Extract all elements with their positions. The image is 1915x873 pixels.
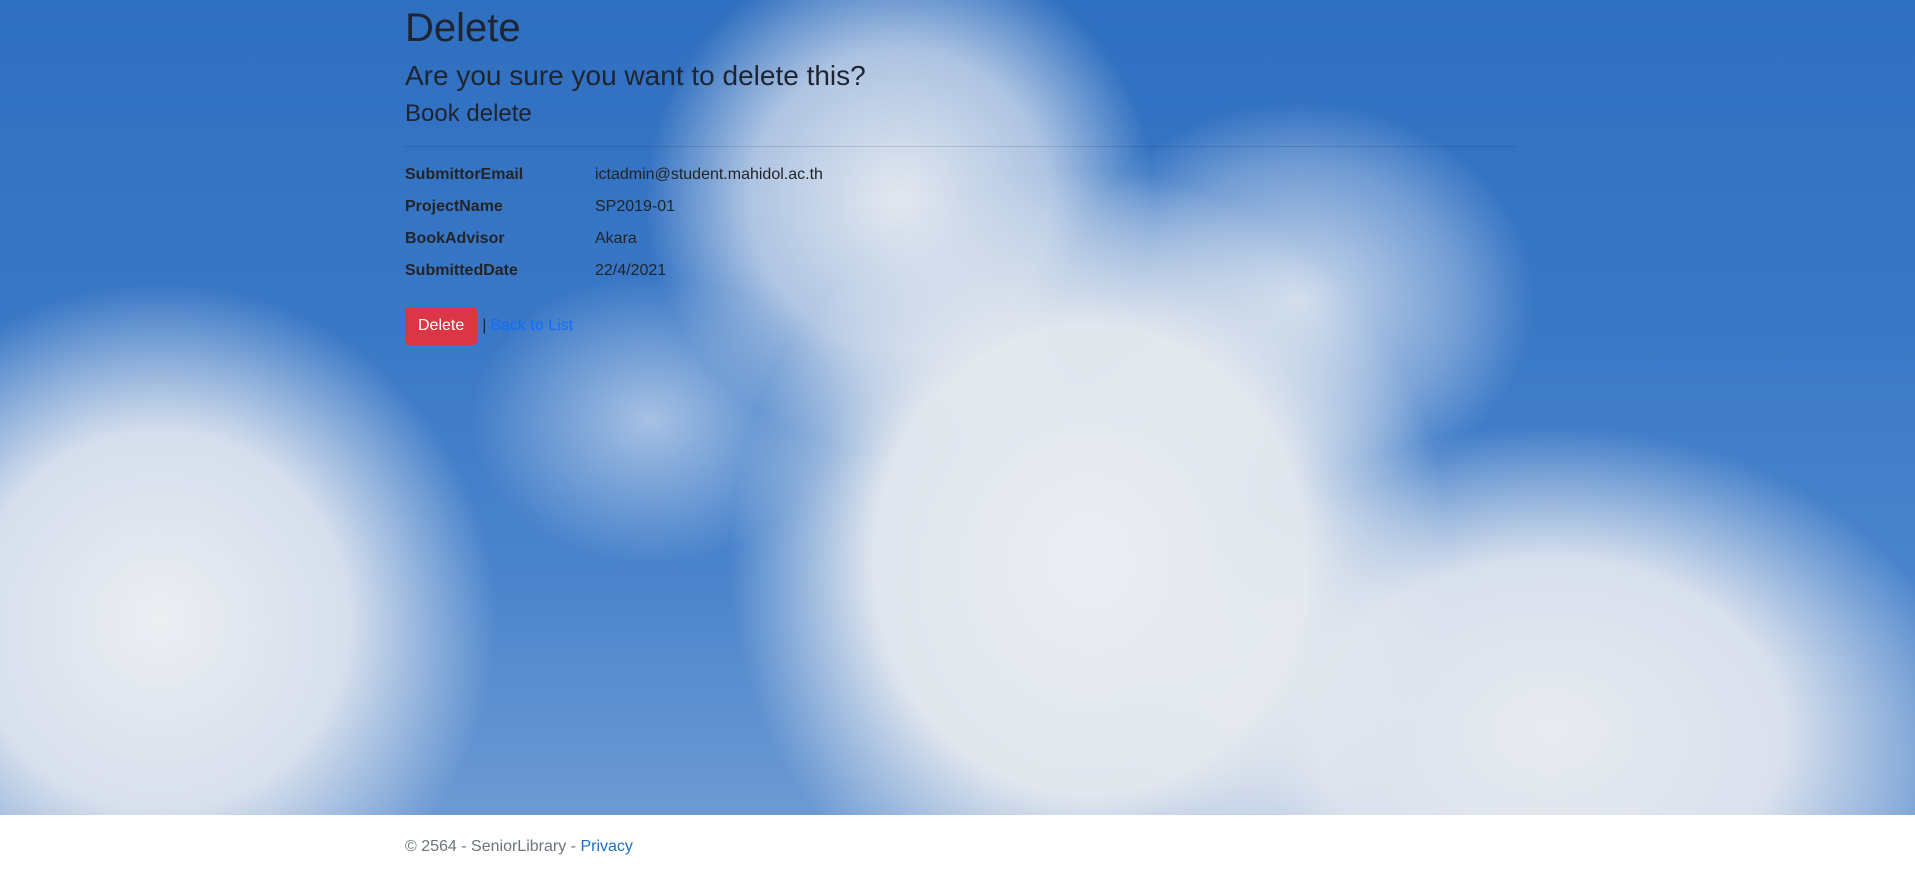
confirm-question: Are you sure you want to delete this? bbox=[405, 60, 866, 91]
page-title: Delete bbox=[405, 6, 521, 50]
detail-value-book-advisor: Akara bbox=[595, 230, 637, 247]
delete-button[interactable]: Delete bbox=[405, 307, 478, 345]
detail-label-submitted-date: SubmittedDate bbox=[405, 262, 518, 279]
footer: © 2564 - SeniorLibrary - Privacy bbox=[0, 815, 1915, 873]
footer-text: © 2564 - SeniorLibrary - Privacy bbox=[405, 837, 633, 857]
copyright-text: © 2564 - SeniorLibrary - bbox=[405, 838, 576, 855]
detail-label-project-name: ProjectName bbox=[405, 198, 503, 215]
details-list: SubmittorEmail ictadmin@student.mahidol.… bbox=[405, 163, 1515, 283]
detail-value-submitted-date: 22/4/2021 bbox=[595, 262, 667, 279]
privacy-link[interactable]: Privacy bbox=[580, 838, 632, 855]
divider bbox=[405, 146, 1515, 147]
back-to-list-link[interactable]: Back to List bbox=[490, 317, 573, 335]
main-content: Delete Are you sure you want to delete t… bbox=[405, 0, 1515, 345]
detail-label-submittor-email: SubmittorEmail bbox=[405, 166, 524, 183]
delete-form: Delete | Back to List bbox=[405, 307, 1515, 345]
detail-value-submittor-email: ictadmin@student.mahidol.ac.th bbox=[595, 166, 823, 183]
detail-label-book-advisor: BookAdvisor bbox=[405, 230, 505, 247]
detail-value-project-name: SP2019-01 bbox=[595, 198, 676, 215]
action-separator: | bbox=[482, 317, 487, 334]
details-section: Book delete SubmittorEmail ictadmin@stud… bbox=[405, 96, 1515, 345]
section-subtitle: Book delete bbox=[405, 100, 532, 127]
